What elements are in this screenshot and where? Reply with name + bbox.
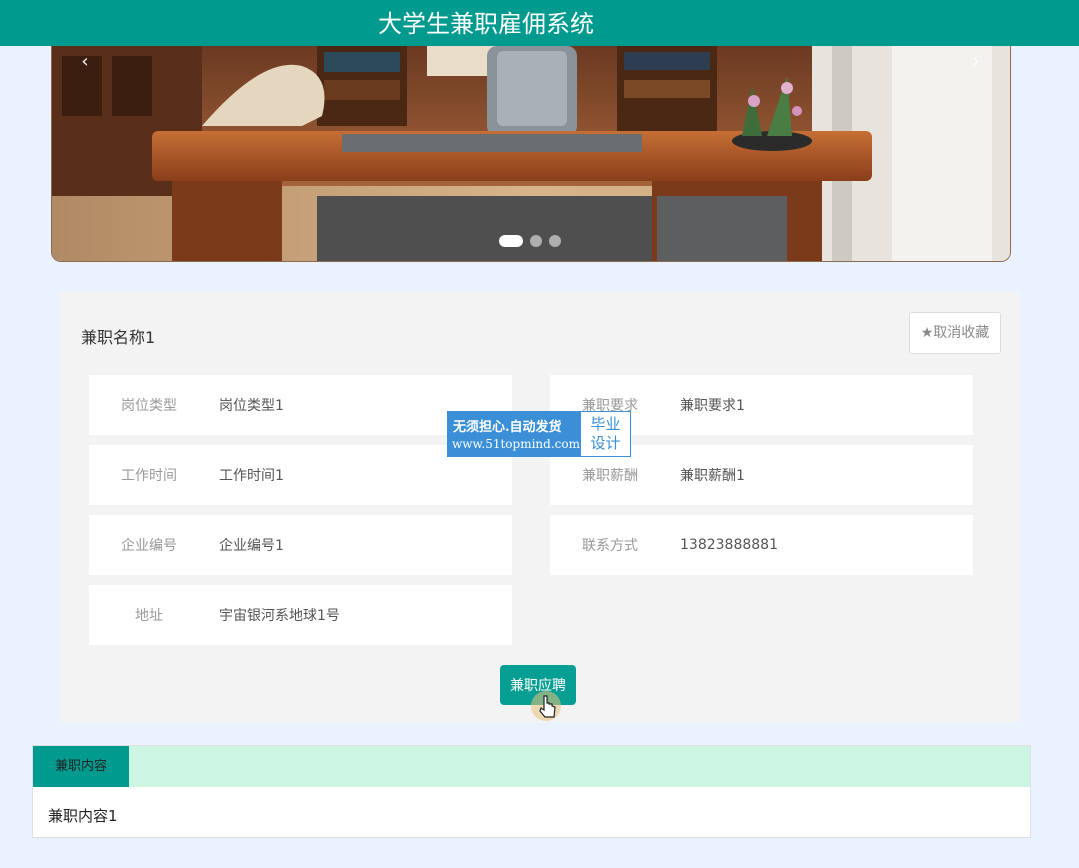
field-value: 岗位类型1 — [219, 398, 284, 414]
watermark-line2: www.51topmind.com — [452, 437, 580, 451]
watermark-right2: 设计 — [590, 434, 621, 452]
field-label: 工作时间 — [121, 468, 177, 484]
header-bar: 大学生兼职雇佣系统 — [0, 0, 1079, 46]
tab-job-content[interactable]: 兼职内容 — [33, 746, 129, 787]
field-label: 企业编号 — [121, 538, 177, 554]
field-contact: 联系方式 13823888881 — [550, 515, 973, 575]
hand-cursor-icon — [531, 691, 561, 721]
site-title: 大学生兼职雇佣系统 — [378, 10, 594, 38]
carousel-next-button[interactable]: › — [966, 50, 986, 74]
content-tab-bar: 兼职内容 — [33, 746, 1030, 787]
field-label: 兼职薪酬 — [582, 468, 638, 484]
job-content-panel: 兼职内容 兼职内容1 — [32, 745, 1031, 838]
field-value: 宇宙银河系地球1号 — [219, 608, 340, 624]
field-label: 岗位类型 — [121, 398, 177, 414]
watermark-line1: 无须担心.自动发货 — [453, 420, 562, 435]
banner-carousel[interactable]: ‹ › — [51, 46, 1011, 262]
watermark-stamp: 无须担心.自动发货 www.51topmind.com 毕业 设计 — [447, 411, 631, 457]
field-label: 联系方式 — [582, 538, 638, 554]
page: 大学生兼职雇佣系统 ‹ › 兼职名称1 ★取消收藏 岗位类型 岗位类型1 兼职要… — [0, 0, 1079, 868]
chevron-right-icon: › — [972, 51, 980, 72]
carousel-dot-1[interactable] — [499, 235, 523, 247]
field-label: 地址 — [135, 608, 163, 624]
field-value: 工作时间1 — [219, 468, 284, 484]
field-value: 兼职要求1 — [680, 398, 745, 414]
field-value: 企业编号1 — [219, 538, 284, 554]
job-detail-card: 兼职名称1 ★取消收藏 岗位类型 岗位类型1 兼职要求 兼职要求1 工作时间 工… — [60, 292, 1020, 722]
field-value: 兼职薪酬1 — [680, 468, 745, 484]
office-photo — [52, 46, 1010, 261]
field-company-id: 企业编号 企业编号1 — [89, 515, 512, 575]
job-title: 兼职名称1 — [81, 328, 156, 347]
field-value: 13823888881 — [680, 537, 778, 553]
carousel-prev-button[interactable]: ‹ — [75, 50, 95, 74]
carousel-dot-3[interactable] — [549, 235, 561, 247]
job-content-text: 兼职内容1 — [48, 807, 118, 825]
watermark-left: 无须担心.自动发货 www.51topmind.com — [448, 412, 581, 456]
field-address: 地址 宇宙银河系地球1号 — [89, 585, 512, 645]
watermark-right1: 毕业 — [590, 415, 621, 433]
carousel-dot-2[interactable] — [530, 235, 542, 247]
watermark-right: 毕业 设计 — [581, 412, 630, 456]
unfavorite-button[interactable]: ★取消收藏 — [909, 312, 1001, 354]
chevron-left-icon: ‹ — [81, 51, 89, 72]
carousel-indicators — [499, 235, 561, 247]
